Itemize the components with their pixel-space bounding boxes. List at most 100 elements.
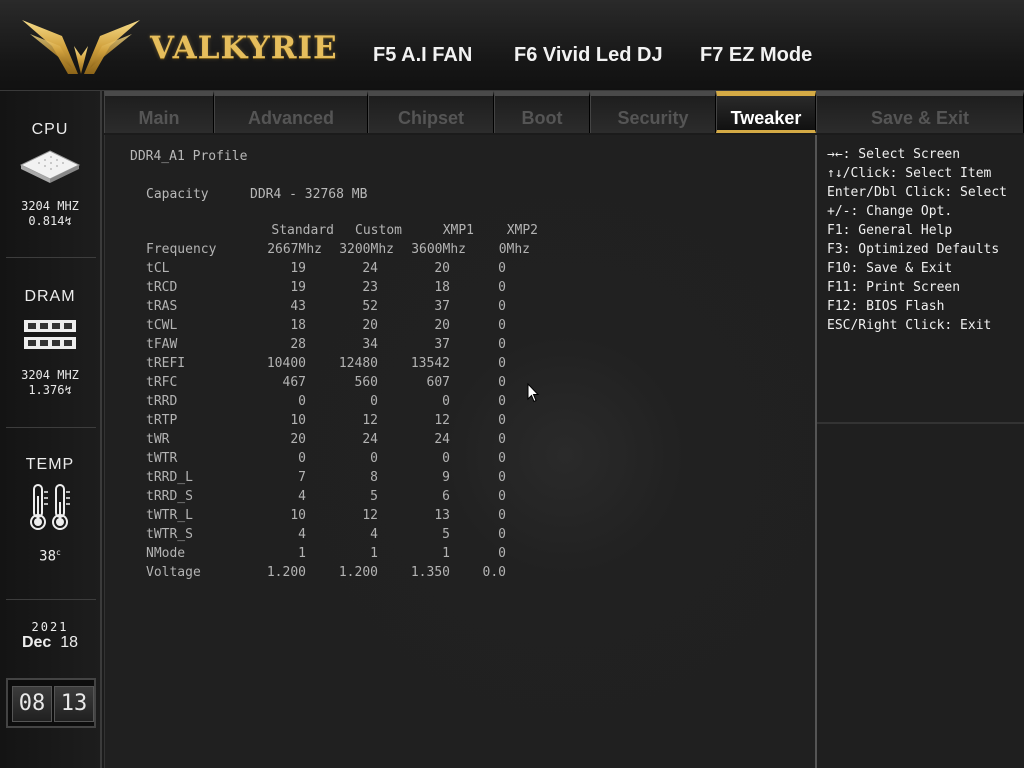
table-cell: 0 [498, 432, 506, 447]
cpu-chip-icon [19, 150, 81, 183]
table-cell: 52 [362, 299, 378, 314]
table-row-label: tRAS [146, 299, 178, 314]
table-cell: 9 [442, 470, 450, 485]
table-row-label: tRFC [146, 375, 178, 390]
table-cell: 560 [354, 375, 378, 390]
table-cell: 24 [434, 432, 450, 447]
table-cell: 23 [362, 280, 378, 295]
table-cell: 6 [442, 489, 450, 504]
tab-chipset[interactable]: Chipset [368, 91, 494, 133]
date-year: 2021 [31, 620, 69, 634]
table-row-label: Voltage [146, 565, 201, 580]
voltage-bolt-icon: ↯ [64, 383, 72, 397]
table-cell: 3600Mhz [411, 242, 466, 257]
help-line: F11: Print Screen [827, 280, 961, 295]
table-cell: 20 [362, 318, 378, 333]
table-cell: 0 [498, 527, 506, 542]
table-row-label: tFAW [146, 337, 178, 352]
table-cell: 0 [498, 375, 506, 390]
voltage-bolt-icon: ↯ [64, 214, 72, 228]
table-cell: 0 [370, 451, 378, 466]
tab-save-exit[interactable]: Save & Exit [816, 91, 1024, 133]
table-cell: 0 [370, 394, 378, 409]
cpu-frequency: 3204 MHZ [21, 199, 79, 213]
help-line: +/-: Change Opt. [827, 204, 953, 219]
table-row-label: tWR [146, 432, 170, 447]
table-cell: 18 [290, 318, 306, 333]
column-header: XMP2 [506, 223, 538, 238]
table-cell: 28 [290, 337, 306, 352]
temp-section: TEMP 38c [0, 456, 100, 565]
table-cell: 0 [498, 280, 506, 295]
brand-title: VALKYRIE [150, 30, 338, 66]
date-month-day: Dec 18 [21, 634, 79, 651]
table-row-label: tCL [146, 261, 170, 276]
help-line: F3: Optimized Defaults [827, 242, 1000, 257]
cpu-section: CPU 3204 MHZ 0.814↯ [0, 121, 100, 229]
help-line: F1: General Help [827, 223, 953, 238]
table-cell: 0Mhz [498, 242, 530, 257]
table-row-label: tCWL [146, 318, 178, 333]
column-header: Standard [271, 223, 334, 238]
table-cell: 19 [290, 280, 306, 295]
clock-display: 08 13 [6, 678, 96, 728]
tab-boot[interactable]: Boot [494, 91, 590, 133]
tab-main[interactable]: Main [104, 91, 214, 133]
table-cell: 37 [434, 337, 450, 352]
table-cell: 12 [434, 413, 450, 428]
dram-frequency: 3204 MHZ [21, 368, 79, 382]
help-line: F12: BIOS Flash [827, 299, 945, 314]
vivid-led-dj-button[interactable]: F6 Vivid Led DJ [514, 44, 663, 67]
table-cell: 13542 [410, 356, 450, 371]
column-header: XMP1 [442, 223, 474, 238]
table-cell: 12480 [338, 356, 378, 371]
table-row-label: tWTR_L [146, 508, 193, 523]
table-row-label: tRRD_L [146, 470, 193, 485]
table-cell: 12 [362, 413, 378, 428]
table-cell: 0 [442, 394, 450, 409]
table-row-label: tWTR_S [146, 527, 193, 542]
table-cell: 1.200 [266, 565, 306, 580]
table-cell: 5 [370, 489, 378, 504]
table-cell: 1.200 [338, 565, 378, 580]
table-cell: 0 [498, 546, 506, 561]
clock-minute: 13 [54, 686, 94, 722]
table-cell: 0 [498, 299, 506, 314]
table-row-label: tRTP [146, 413, 178, 428]
table-cell: 0.0 [482, 565, 506, 580]
table-cell: 4 [370, 527, 378, 542]
table-cell: 4 [298, 489, 306, 504]
table-cell: 8 [370, 470, 378, 485]
table-cell: 0 [498, 413, 506, 428]
tab-security[interactable]: Security [590, 91, 716, 133]
help-panel: →←: Select Screen ↑↓/Click: Select Item En… [815, 135, 1024, 768]
table-cell: 0 [498, 489, 506, 504]
table-cell: 18 [434, 280, 450, 295]
dram-voltage: 1.376↯ [28, 383, 72, 397]
table-cell: 12 [362, 508, 378, 523]
table-cell: 19 [290, 261, 306, 276]
table-row-label: tRCD [146, 280, 178, 295]
table-cell: 607 [426, 375, 450, 390]
table-cell: 1 [370, 546, 378, 561]
table-cell: 2667Mhz [267, 242, 322, 257]
tab-advanced[interactable]: Advanced [214, 91, 368, 133]
ai-fan-button[interactable]: F5 A.I FAN [373, 44, 472, 67]
table-cell: 1.350 [410, 565, 450, 580]
table-cell: 24 [362, 261, 378, 276]
table-cell: 0 [498, 451, 506, 466]
profile-title: DDR4_A1 Profile [130, 149, 248, 164]
table-cell: 0 [442, 451, 450, 466]
table-cell: 0 [298, 451, 306, 466]
table-cell: 0 [498, 356, 506, 371]
column-header: Custom [355, 223, 402, 238]
tab-tweaker[interactable]: Tweaker [716, 91, 816, 133]
table-cell: 0 [298, 394, 306, 409]
table-cell: 13 [434, 508, 450, 523]
ez-mode-button[interactable]: F7 EZ Mode [700, 44, 812, 67]
help-divider [817, 422, 1024, 424]
table-cell: 20 [434, 318, 450, 333]
dram-title: DRAM [24, 288, 76, 305]
table-cell: 10 [290, 413, 306, 428]
cpu-voltage: 0.814↯ [28, 214, 72, 228]
